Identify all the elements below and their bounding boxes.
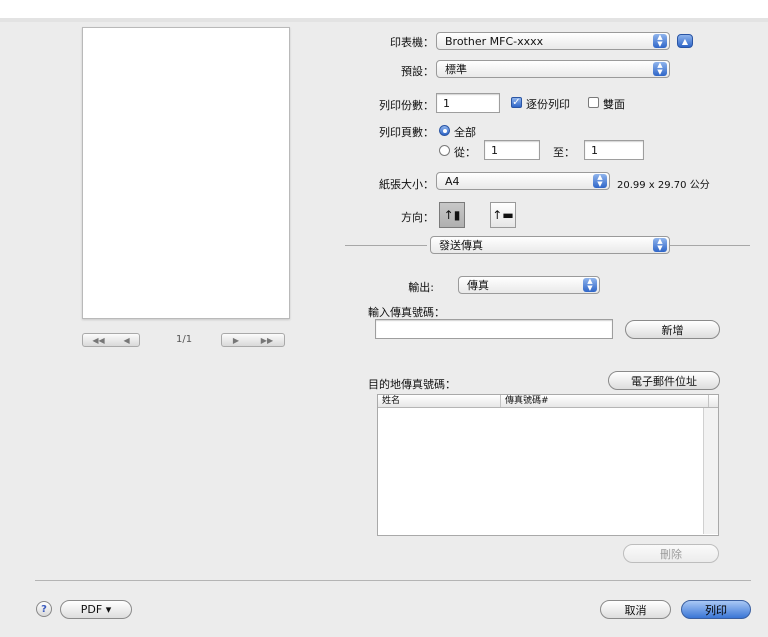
panel-divider-left (345, 245, 427, 246)
table-header: 姓名 傳真號碼# (378, 395, 718, 408)
panel-value: 發送傳真 (439, 239, 483, 252)
destination-table[interactable]: 姓名 傳真號碼# (377, 394, 719, 536)
page-counter: 1/1 (176, 334, 193, 345)
email-address-button[interactable]: 電子郵件位址 (608, 371, 720, 390)
output-value: 傳真 (467, 279, 489, 292)
pages-to-input[interactable]: 1 (584, 140, 644, 160)
paper-size-select[interactable]: A4 ▲ ▼ (436, 172, 610, 190)
collated-label: 逐份列印 (526, 98, 570, 111)
presets-select[interactable]: 標準 ▲ ▼ (436, 60, 670, 78)
last-page-icon[interactable]: ▶▶ (261, 336, 273, 345)
two-sided-checkbox[interactable] (588, 97, 599, 108)
two-sided-label: 雙面 (603, 98, 625, 111)
presets-label: 預設： (401, 65, 434, 78)
column-header-fax[interactable]: 傳真號碼# (501, 395, 709, 407)
fax-input-label: 輸入傳真號碼： (368, 306, 445, 319)
up-down-arrows-icon: ▲ ▼ (653, 62, 667, 76)
up-down-arrows-icon: ▲ ▼ (653, 238, 667, 252)
print-button[interactable]: 列印 (681, 600, 751, 619)
title-bar-shadow (0, 18, 768, 22)
pdf-button[interactable]: PDF ▾ (60, 600, 132, 619)
disclosure-triangle-icon[interactable]: ▲ (677, 34, 693, 48)
delete-button[interactable]: 刪除 (623, 544, 719, 563)
pages-all-label: 全部 (454, 126, 476, 139)
add-button[interactable]: 新增 (625, 320, 720, 339)
pages-label: 列印頁數： (379, 126, 434, 139)
column-header-name[interactable]: 姓名 (378, 395, 501, 407)
up-down-arrows-icon: ▲ ▼ (593, 174, 607, 188)
paper-dimensions: 20.99 x 29.70 公分 (617, 180, 710, 191)
landscape-orientation-icon[interactable]: ↑▬ (490, 202, 516, 228)
copies-label: 列印份數： (379, 99, 434, 112)
portrait-orientation-icon[interactable]: ↑▮ (439, 202, 465, 228)
pager-next-buttons[interactable]: ▶ ▶▶ (221, 333, 285, 347)
page-preview (82, 27, 290, 319)
up-down-arrows-icon: ▲ ▼ (583, 278, 597, 292)
output-select[interactable]: 傳真 ▲ ▼ (458, 276, 600, 294)
title-bar-area (0, 0, 768, 18)
output-label: 輸出: (408, 281, 434, 294)
printer-value: Brother MFC-xxxx (445, 34, 544, 48)
next-page-icon[interactable]: ▶ (233, 336, 239, 345)
up-down-arrows-icon: ▲ ▼ (653, 34, 667, 48)
pages-all-radio[interactable] (439, 125, 450, 136)
presets-value: 標準 (445, 63, 467, 76)
paper-size-value: A4 (445, 174, 460, 188)
printer-select[interactable]: Brother MFC-xxxx ▲ ▼ (436, 32, 670, 50)
printer-label: 印表機： (390, 36, 434, 49)
cancel-button[interactable]: 取消 (600, 600, 671, 619)
collated-checkbox[interactable]: ✓ (511, 97, 522, 108)
footer-divider (35, 580, 751, 581)
prev-page-icon[interactable]: ◀ (123, 336, 129, 345)
copies-input[interactable]: 1 (436, 93, 500, 113)
pages-from-input[interactable]: 1 (484, 140, 540, 160)
orientation-label: 方向： (401, 211, 434, 224)
pages-from-radio[interactable] (439, 145, 450, 156)
pages-from-label: 從： (454, 146, 476, 159)
paper-size-label: 紙張大小： (379, 178, 434, 191)
help-icon[interactable]: ? (36, 601, 52, 617)
pager-prev-buttons[interactable]: ◀◀ ◀ (82, 333, 140, 347)
panel-select[interactable]: 發送傳真 ▲ ▼ (430, 236, 670, 254)
destination-label: 目的地傳真號碼： (368, 378, 456, 391)
fax-number-input[interactable] (375, 319, 613, 339)
panel-divider-right (670, 245, 750, 246)
table-scrollbar[interactable] (703, 408, 718, 534)
pages-to-label: 至： (553, 146, 575, 159)
first-page-icon[interactable]: ◀◀ (92, 336, 104, 345)
